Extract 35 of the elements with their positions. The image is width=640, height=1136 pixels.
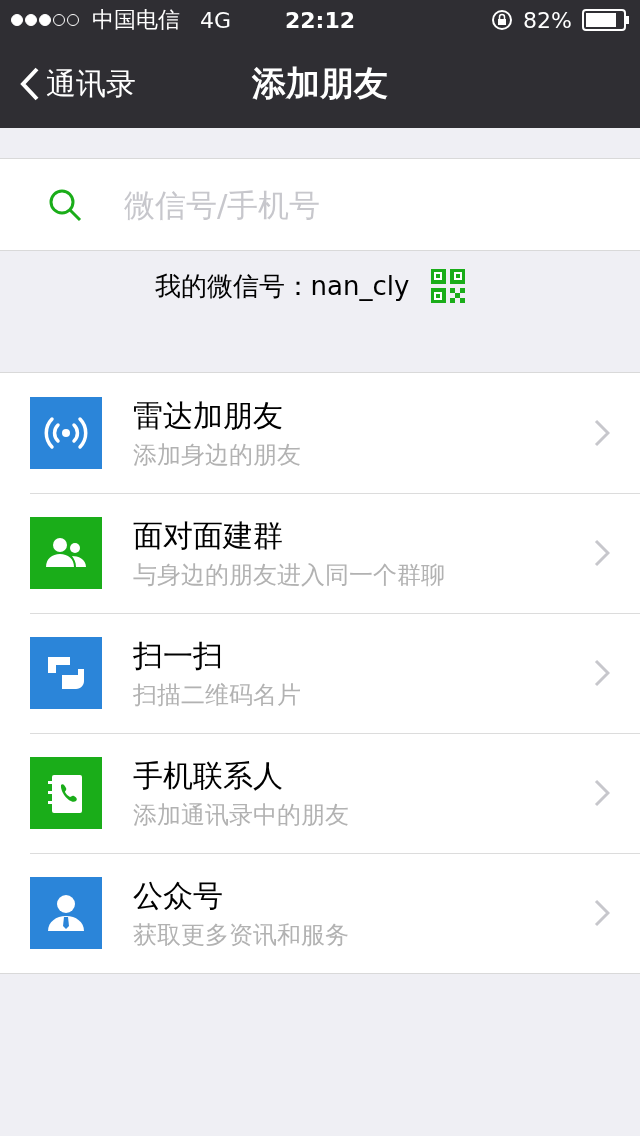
item-subtitle: 添加通讯录中的朋友 (133, 799, 350, 831)
my-wechat-id: 我的微信号：nan_cly (154, 269, 410, 303)
menu-item[interactable]: 扫一扫 扫描二维码名片 (0, 613, 640, 733)
battery-icon (582, 9, 630, 31)
search-field[interactable]: 微信号/手机号 (122, 185, 640, 224)
item-title: 公众号 (133, 876, 224, 915)
search-bar[interactable]: 微信号/手机号 (0, 158, 640, 251)
item-title: 雷达加朋友 (133, 396, 284, 435)
qr-code-icon[interactable] (431, 269, 466, 303)
network-type: 4G (200, 7, 232, 33)
item-subtitle: 获取更多资讯和服务 (133, 919, 350, 951)
search-icon (48, 187, 82, 222)
page-title: 添加朋友 (252, 63, 388, 103)
back-button[interactable]: 通讯录 (0, 63, 136, 105)
item-subtitle: 与身边的朋友进入同一个群聊 (133, 559, 446, 591)
carrier: 中国电信 (92, 6, 180, 34)
item-subtitle: 添加身边的朋友 (133, 439, 302, 471)
chevron-icon (594, 899, 610, 927)
rotation-lock-icon (491, 9, 514, 31)
item-title: 手机联系人 (133, 756, 284, 795)
menu-item[interactable]: 手机联系人 添加通讯录中的朋友 (0, 733, 640, 853)
item-title: 扫一扫 (133, 636, 224, 675)
item-subtitle: 扫描二维码名片 (133, 679, 302, 711)
chevron-icon (594, 779, 610, 807)
signal-icon (10, 13, 82, 27)
chevron-icon (594, 659, 610, 687)
menu-item[interactable]: 公众号 获取更多资讯和服务 (0, 853, 640, 973)
menu-item[interactable]: 面对面建群 与身边的朋友进入同一个群聊 (0, 493, 640, 613)
status-time: 22:12 (285, 7, 355, 33)
menu-item[interactable]: 雷达加朋友 添加身边的朋友 (0, 373, 640, 493)
item-title: 面对面建群 (133, 516, 284, 555)
chevron-icon (594, 419, 610, 447)
battery-percent: 82% (523, 7, 572, 33)
back-icon (20, 67, 40, 101)
chevron-icon (594, 539, 610, 567)
